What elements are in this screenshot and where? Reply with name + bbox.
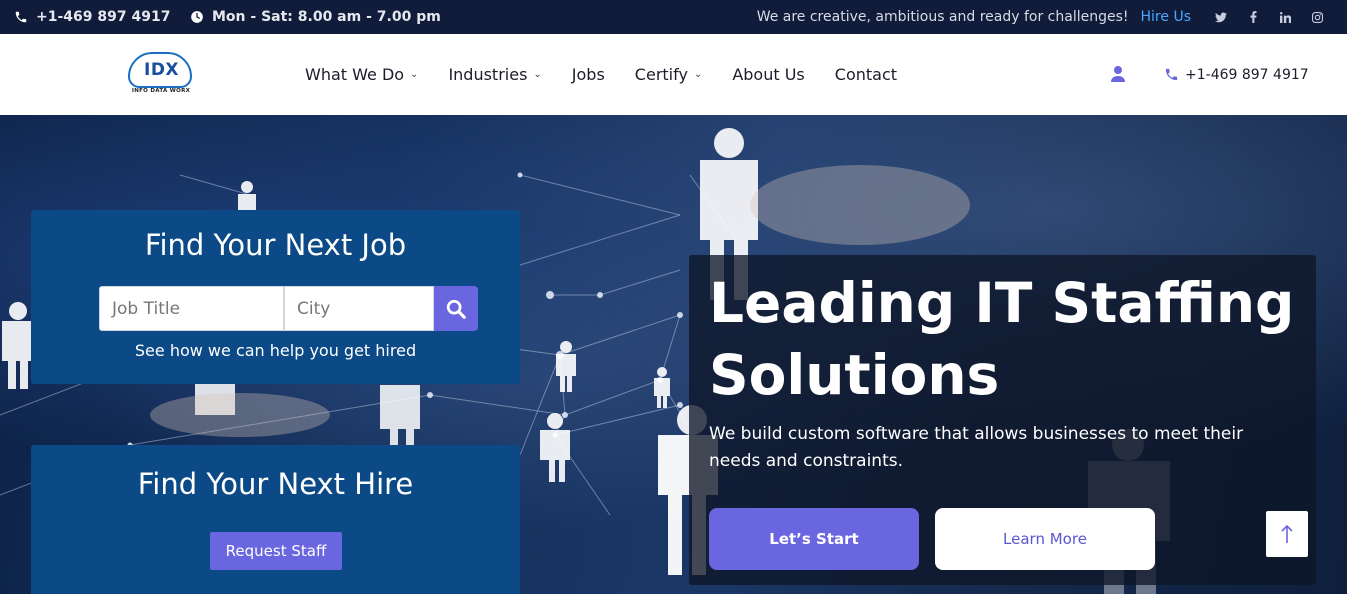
main-nav: What We Do ⌄ Industries ⌄ Jobs Certify ⌄…	[305, 34, 927, 115]
linkedin-icon[interactable]	[1269, 11, 1301, 23]
arrow-up-icon	[1281, 524, 1293, 543]
facebook-icon[interactable]	[1237, 11, 1269, 23]
phone-icon	[15, 11, 27, 23]
topbar-tagline: We are creative, ambitious and ready for…	[757, 0, 1191, 34]
nav-certify[interactable]: Certify ⌄	[635, 65, 703, 84]
nav-label: About Us	[732, 65, 805, 84]
nav-label: Certify	[634, 65, 688, 84]
clock-icon	[191, 11, 203, 23]
nav-label: Jobs	[571, 65, 605, 84]
nav-label: Contact	[834, 65, 898, 84]
site-header: IDX INFO DATA WORX What We Do ⌄ Industri…	[0, 34, 1347, 115]
social-links	[1205, 0, 1333, 34]
topbar-phone-text: +1-469 897 4917	[36, 9, 171, 25]
find-hire-title: Find Your Next Hire	[137, 467, 414, 501]
phone-icon	[1165, 68, 1178, 81]
logo-text: IDX	[144, 60, 180, 80]
header-phone[interactable]: +1-469 897 4917	[1164, 34, 1309, 115]
header-phone-text: +1-469 897 4917	[1185, 66, 1309, 83]
hero-title: Leading IT Staffing Solutions	[709, 271, 1295, 407]
job-title-placeholder: Job Title	[112, 298, 181, 319]
nav-what-we-do[interactable]: What We Do ⌄	[305, 65, 418, 84]
lets-start-button[interactable]: Let’s Start	[709, 508, 919, 570]
find-job-card: Find Your Next Job Job Title City See ho…	[31, 210, 520, 384]
chevron-down-icon: ⌄	[693, 69, 703, 80]
tagline-text: We are creative, ambitious and ready for…	[756, 9, 1129, 25]
top-bar: +1-469 897 4917 Mon - Sat: 8.00 am - 7.0…	[0, 0, 1347, 34]
request-staff-button[interactable]: Request Staff	[210, 532, 342, 570]
nav-industries[interactable]: Industries ⌄	[448, 65, 541, 84]
logo-subtitle: INFO DATA WORX	[131, 88, 191, 94]
learn-more-button[interactable]: Learn More	[935, 508, 1155, 570]
nav-label: What We Do	[305, 65, 405, 84]
user-icon[interactable]	[1110, 65, 1126, 83]
job-search-form: Job Title City	[99, 286, 478, 331]
job-help-text: See how we can help you get hired	[134, 341, 417, 360]
hero-subtitle: We build custom software that allows bus…	[709, 424, 1244, 471]
find-job-title: Find Your Next Job	[144, 228, 407, 262]
job-title-input[interactable]: Job Title	[99, 286, 284, 331]
city-placeholder: City	[297, 298, 331, 319]
nav-label: Industries	[448, 65, 528, 84]
city-input[interactable]: City	[284, 286, 434, 331]
twitter-icon[interactable]	[1205, 12, 1237, 23]
search-icon	[446, 299, 466, 319]
hero-panel: Leading IT Staffing Solutions We build c…	[689, 255, 1316, 585]
topbar-phone[interactable]: +1-469 897 4917	[14, 0, 170, 34]
hire-us-link[interactable]: Hire Us	[1141, 9, 1191, 25]
chevron-down-icon: ⌄	[533, 69, 542, 80]
chevron-down-icon: ⌄	[410, 69, 419, 80]
hero-section: Find Your Next Job Job Title City See ho…	[0, 115, 1347, 594]
search-button[interactable]	[434, 286, 478, 331]
instagram-icon[interactable]	[1301, 11, 1333, 23]
nav-about-us[interactable]: About Us	[732, 65, 804, 84]
scroll-to-top-button[interactable]	[1266, 511, 1308, 557]
nav-jobs[interactable]: Jobs	[572, 65, 605, 84]
topbar-hours-text: Mon - Sat: 8.00 am - 7.00 pm	[212, 9, 441, 25]
logo[interactable]: IDX INFO DATA WORX	[124, 48, 198, 100]
topbar-hours: Mon - Sat: 8.00 am - 7.00 pm	[190, 0, 441, 34]
find-hire-card: Find Your Next Hire Request Staff	[31, 445, 520, 594]
nav-contact[interactable]: Contact	[835, 65, 897, 84]
